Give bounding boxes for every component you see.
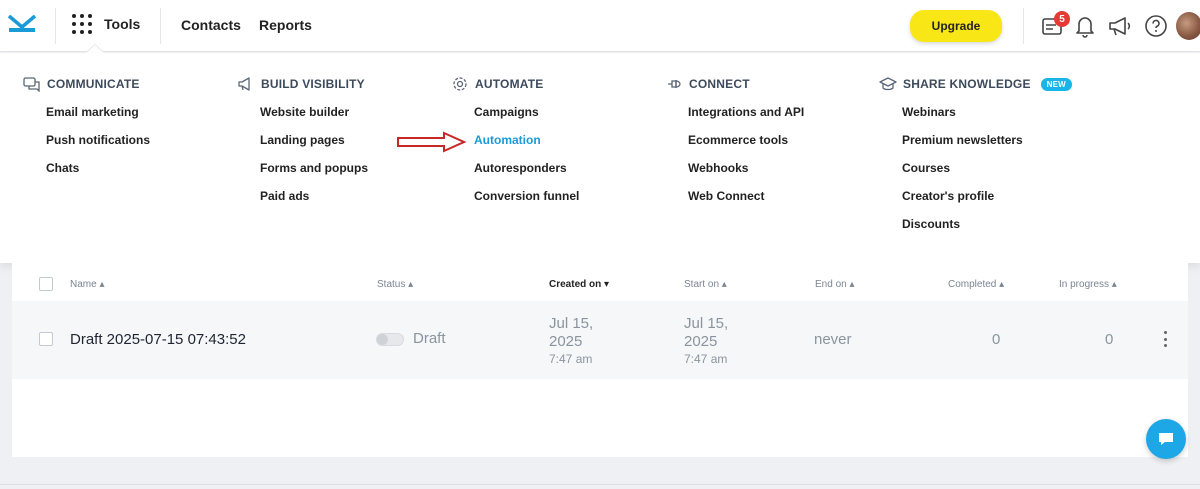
divider bbox=[0, 484, 1200, 485]
apps-grid-icon bbox=[72, 14, 92, 34]
menu-item-paid-ads[interactable]: Paid ads bbox=[260, 187, 368, 215]
nav-contacts[interactable]: Contacts bbox=[181, 17, 241, 33]
menu-item-ecommerce-tools[interactable]: Ecommerce tools bbox=[688, 131, 804, 159]
chat-widget-button[interactable] bbox=[1146, 419, 1186, 459]
tools-mega-menu: COMMUNICATE Email marketing Push notific… bbox=[0, 53, 1200, 263]
divider bbox=[160, 8, 161, 44]
menu-heading: SHARE KNOWLEDGE bbox=[903, 77, 1031, 91]
menu-column-connect: CONNECT Integrations and API Ecommerce t… bbox=[665, 75, 804, 215]
plug-icon bbox=[668, 80, 681, 88]
menu-item-courses[interactable]: Courses bbox=[902, 159, 1072, 187]
menu-item-creators-profile[interactable]: Creator's profile bbox=[902, 187, 1072, 215]
new-badge: NEW bbox=[1040, 77, 1072, 91]
header-start-on[interactable]: Start on ▴ bbox=[684, 279, 727, 290]
header-end-on[interactable]: End on ▴ bbox=[815, 279, 855, 290]
upgrade-button[interactable]: Upgrade bbox=[910, 10, 1002, 42]
menu-item-email-marketing[interactable]: Email marketing bbox=[46, 103, 150, 131]
menu-item-autoresponders[interactable]: Autoresponders bbox=[474, 159, 579, 187]
start-on-cell: Jul 15, 2025 7:47 am bbox=[684, 315, 729, 366]
status-toggle[interactable] bbox=[376, 333, 404, 346]
menu-column-share-knowledge: SHARE KNOWLEDGE NEW Webinars Premium new… bbox=[879, 75, 1072, 243]
menu-item-web-connect[interactable]: Web Connect bbox=[688, 187, 804, 215]
annotation-arrow-icon bbox=[397, 131, 466, 153]
in-progress-count: 0 bbox=[1105, 331, 1114, 348]
menu-item-premium-newsletters[interactable]: Premium newsletters bbox=[902, 131, 1072, 159]
menu-heading: COMMUNICATE bbox=[47, 77, 140, 91]
notification-badge: 5 bbox=[1054, 11, 1070, 27]
row-checkbox[interactable] bbox=[39, 332, 53, 346]
help-icon[interactable] bbox=[1143, 13, 1169, 39]
menu-item-landing-pages[interactable]: Landing pages bbox=[260, 131, 368, 159]
menu-item-campaigns[interactable]: Campaigns bbox=[474, 103, 579, 131]
row-actions-menu-icon[interactable] bbox=[1164, 331, 1168, 347]
menu-item-webinars[interactable]: Webinars bbox=[902, 103, 1072, 131]
menu-item-automation[interactable]: Automation bbox=[474, 131, 579, 159]
top-navigation-bar: Tools Contacts Reports Upgrade 5 bbox=[0, 0, 1200, 52]
table-header: Name ▴ Status ▴ Created on ▾ Start on ▴ … bbox=[12, 273, 1188, 297]
automation-name[interactable]: Draft 2025-07-15 07:43:52 bbox=[70, 331, 246, 348]
menu-heading: BUILD VISIBILITY bbox=[261, 77, 365, 91]
completed-count: 0 bbox=[992, 331, 1001, 348]
header-status[interactable]: Status ▴ bbox=[377, 279, 413, 290]
menu-item-discounts[interactable]: Discounts bbox=[902, 215, 1072, 243]
gear-icon bbox=[453, 77, 467, 91]
header-created-on[interactable]: Created on ▾ bbox=[549, 279, 609, 290]
menu-column-automate: AUTOMATE Campaigns Automation Autorespon… bbox=[451, 75, 579, 215]
menu-item-forms-and-popups[interactable]: Forms and popups bbox=[260, 159, 368, 187]
megaphone-icon bbox=[238, 77, 250, 91]
status-text: Draft bbox=[413, 330, 446, 347]
nav-reports[interactable]: Reports bbox=[259, 17, 312, 33]
menu-caret bbox=[86, 45, 104, 53]
menu-item-conversion-funnel[interactable]: Conversion funnel bbox=[474, 187, 579, 215]
menu-item-website-builder[interactable]: Website builder bbox=[260, 103, 368, 131]
graduation-cap-icon bbox=[879, 77, 897, 91]
avatar[interactable] bbox=[1176, 12, 1200, 40]
header-name[interactable]: Name ▴ bbox=[70, 279, 105, 290]
megaphone-icon[interactable] bbox=[1107, 13, 1133, 39]
menu-item-webhooks[interactable]: Webhooks bbox=[688, 159, 804, 187]
tools-label: Tools bbox=[104, 16, 141, 32]
divider bbox=[55, 8, 56, 44]
created-on-cell: Jul 15, 2025 7:47 am bbox=[549, 315, 594, 366]
menu-heading: CONNECT bbox=[689, 77, 750, 91]
automations-table: Name ▴ Status ▴ Created on ▾ Start on ▴ … bbox=[12, 263, 1188, 457]
select-all-checkbox[interactable] bbox=[39, 277, 53, 291]
menu-column-build-visibility: BUILD VISIBILITY Website builder Landing… bbox=[237, 75, 368, 215]
table-row[interactable]: Draft 2025-07-15 07:43:52 Draft Jul 15, … bbox=[12, 301, 1188, 379]
bell-icon[interactable] bbox=[1072, 13, 1098, 39]
tools-menu-button[interactable]: Tools bbox=[72, 14, 140, 34]
end-on-cell: never bbox=[814, 331, 852, 348]
menu-item-chats[interactable]: Chats bbox=[46, 159, 150, 187]
menu-heading: AUTOMATE bbox=[475, 77, 544, 91]
menu-column-communicate: COMMUNICATE Email marketing Push notific… bbox=[23, 75, 150, 187]
divider bbox=[1023, 8, 1024, 44]
header-completed[interactable]: Completed ▴ bbox=[948, 279, 1004, 290]
menu-item-integrations-and-api[interactable]: Integrations and API bbox=[688, 103, 804, 131]
menu-item-push-notifications[interactable]: Push notifications bbox=[46, 131, 150, 159]
envelope-logo-icon[interactable] bbox=[8, 14, 36, 36]
chat-bubbles-icon bbox=[23, 77, 40, 92]
header-in-progress[interactable]: In progress ▴ bbox=[1059, 279, 1117, 290]
chat-icon bbox=[1159, 433, 1173, 445]
